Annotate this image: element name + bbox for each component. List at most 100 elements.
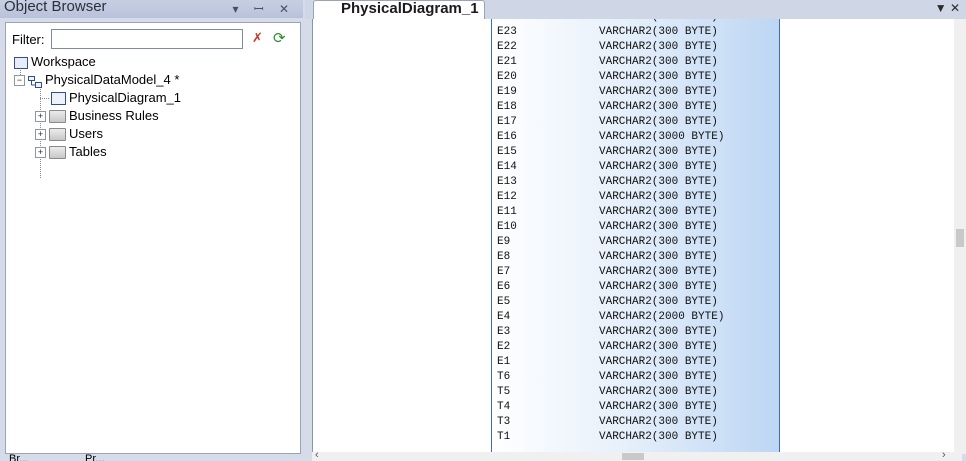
column-row[interactable]: E17 VARCHAR2(300 BYTE) [492,116,779,131]
column-type: VARCHAR2(300 BYTE) [599,41,718,53]
column-name: E9 [497,236,511,248]
column-row[interactable]: E5 VARCHAR2(300 BYTE) [492,296,779,311]
column-type: VARCHAR2(300 BYTE) [599,341,718,353]
tab-list-menu[interactable]: ▼ ✕ [935,1,960,15]
horizontal-scrollbar[interactable]: ‹ › [312,449,962,461]
column-row[interactable]: T1 VARCHAR2(300 BYTE) [492,431,779,446]
column-name: E10 [497,221,517,233]
column-name: E6 [497,281,511,293]
column-row[interactable]: E21 VARCHAR2(300 BYTE) [492,56,779,71]
column-row[interactable]: E16 VARCHAR2(3000 BYTE) [492,131,779,146]
scroll-right-icon[interactable]: › [942,449,946,461]
column-type: VARCHAR2(300 BYTE) [599,371,718,383]
tree-item-label: Workspace [31,54,96,69]
column-row[interactable]: E18 VARCHAR2(300 BYTE) [492,101,779,116]
column-type: VARCHAR2(300 BYTE) [599,386,718,398]
folder-icon [49,110,66,124]
column-row[interactable]: E8 VARCHAR2(300 BYTE) [492,251,779,266]
vertical-scroll-thumb[interactable] [956,229,964,247]
bottom-tab-strip: Br... Pr... [5,453,299,461]
data-model-icon [28,75,42,88]
collapse-icon[interactable]: − [14,75,25,87]
folder-icon [49,146,66,160]
column-row[interactable]: E1 VARCHAR2(300 BYTE) [492,356,779,371]
column-name: E1 [497,356,511,368]
column-row[interactable]: E22 VARCHAR2(300 BYTE) [492,41,779,56]
column-row[interactable]: E2 VARCHAR2(300 BYTE) [492,341,779,356]
tree-item-users[interactable]: + Users [35,125,103,143]
column-type: VARCHAR2(300 BYTE) [599,266,718,278]
column-name: E12 [497,191,517,203]
column-name: E24 [497,19,517,23]
column-name: T1 [497,431,511,443]
column-name: E23 [497,26,517,38]
tree-item-workspace[interactable]: Workspace [14,53,96,71]
column-row[interactable]: T5 VARCHAR2(300 BYTE) [492,386,779,401]
diagram-canvas[interactable]: E24 VARCHAR2(300 BYTE) E23 VARCHAR2(300 BYT… [312,19,963,454]
object-browser-title: Object Browser [4,0,107,15]
bottom-tab-browser[interactable]: Br... [9,453,79,461]
table-entity[interactable]: E24 VARCHAR2(300 BYTE) E23 VARCHAR2(300 BYT… [491,19,780,454]
expand-icon[interactable]: + [35,147,46,159]
column-row[interactable]: E23 VARCHAR2(300 BYTE) [492,26,779,41]
column-name: E20 [497,71,517,83]
column-row[interactable]: T3 VARCHAR2(300 BYTE) [492,416,779,431]
column-row[interactable]: E6 VARCHAR2(300 BYTE) [492,281,779,296]
column-row[interactable]: E3 VARCHAR2(300 BYTE) [492,326,779,341]
tab-label: PhysicalDiagram_1 [341,0,479,17]
column-row[interactable]: E14 VARCHAR2(300 BYTE) [492,161,779,176]
column-row[interactable]: E15 VARCHAR2(300 BYTE) [492,146,779,161]
vertical-scrollbar[interactable] [954,19,966,454]
column-name: E13 [497,176,517,188]
folder-icon [49,128,66,142]
column-type: VARCHAR2(300 BYTE) [599,101,718,113]
column-type: VARCHAR2(300 BYTE) [599,401,718,413]
column-name: E18 [497,101,517,113]
column-type: VARCHAR2(300 BYTE) [599,416,718,428]
clear-filter-icon[interactable]: ✗ [252,30,263,46]
column-row[interactable]: E19 VARCHAR2(300 BYTE) [492,86,779,101]
filter-input[interactable] [51,29,243,49]
refresh-icon[interactable]: ⟳ [273,29,286,47]
column-name: E7 [497,266,511,278]
scroll-left-icon[interactable]: ‹ [315,449,319,461]
column-name: T6 [497,371,511,383]
column-row[interactable]: E4 VARCHAR2(2000 BYTE) [492,311,779,326]
column-type: VARCHAR2(3000 BYTE) [599,131,725,143]
column-name: E4 [497,311,511,323]
object-browser-body: Filter: ✗ ⟳ Workspace − PhysicalDataMode… [5,22,301,454]
column-row[interactable]: E20 VARCHAR2(300 BYTE) [492,71,779,86]
column-row[interactable]: E7 VARCHAR2(300 BYTE) [492,266,779,281]
column-row[interactable]: E24 VARCHAR2(300 BYTE) [492,19,779,26]
column-row[interactable]: E10 VARCHAR2(300 BYTE) [492,221,779,236]
column-row[interactable]: E12 VARCHAR2(300 BYTE) [492,191,779,206]
tree-item-physical-diagram[interactable]: PhysicalDiagram_1 [51,89,181,107]
column-name: T3 [497,416,511,428]
tree-item-physical-data-model[interactable]: − PhysicalDataModel_4 * [14,71,179,89]
column-type: VARCHAR2(300 BYTE) [599,86,718,98]
column-type: VARCHAR2(2000 BYTE) [599,311,725,323]
column-row[interactable]: E11 VARCHAR2(300 BYTE) [492,206,779,221]
tab-physical-diagram[interactable]: PhysicalDiagram_1 [313,0,485,20]
column-row[interactable]: T6 VARCHAR2(300 BYTE) [492,371,779,386]
panel-controls[interactable]: ▾ ꟷ ✕ [232,0,295,17]
bottom-tab-properties[interactable]: Pr... [85,453,195,461]
column-name: E8 [497,251,511,263]
column-type: VARCHAR2(300 BYTE) [599,176,718,188]
column-name: E15 [497,146,517,158]
column-row[interactable]: T4 VARCHAR2(300 BYTE) [492,401,779,416]
diagram-icon [51,92,66,106]
column-type: VARCHAR2(300 BYTE) [599,431,718,443]
column-type: VARCHAR2(300 BYTE) [599,251,718,263]
tree-item-tables[interactable]: + Tables [35,143,107,161]
column-type: VARCHAR2(300 BYTE) [599,326,718,338]
horizontal-scroll-thumb[interactable] [622,453,644,460]
column-row[interactable]: E13 VARCHAR2(300 BYTE) [492,176,779,191]
column-row[interactable]: E9 VARCHAR2(300 BYTE) [492,236,779,251]
expand-icon[interactable]: + [35,111,46,123]
expand-icon[interactable]: + [35,129,46,141]
column-type: VARCHAR2(300 BYTE) [599,221,718,233]
column-type: VARCHAR2(300 BYTE) [599,161,718,173]
column-type: VARCHAR2(300 BYTE) [599,281,718,293]
tree-item-business-rules[interactable]: + Business Rules [35,107,159,125]
